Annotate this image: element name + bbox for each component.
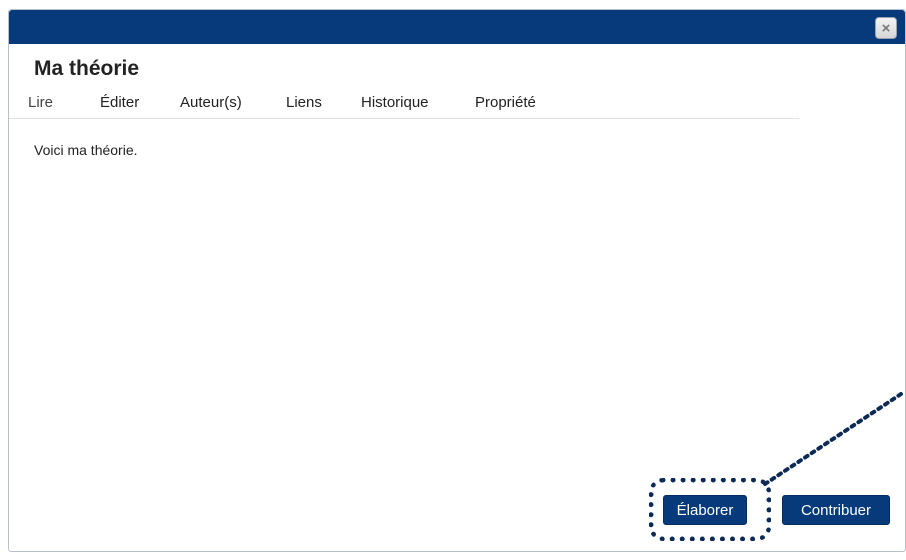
tab-editer[interactable]: Éditer: [100, 93, 139, 113]
close-icon[interactable]: ×: [875, 17, 897, 39]
contribuer-button[interactable]: Contribuer: [782, 495, 890, 525]
elaborer-button[interactable]: Élaborer: [663, 495, 747, 525]
content-text: Voici ma théorie.: [34, 142, 138, 158]
tab-bar: Lire Éditer Auteur(s) Liens Historique P…: [9, 93, 799, 119]
dialog-window: × Ma théorie Lire Éditer Auteur(s) Liens…: [8, 9, 906, 552]
dialog-titlebar[interactable]: ×: [9, 10, 905, 44]
tab-auteurs[interactable]: Auteur(s): [180, 93, 242, 113]
tab-lire[interactable]: Lire: [28, 93, 53, 113]
tab-propriete[interactable]: Propriété: [475, 93, 536, 113]
tab-liens[interactable]: Liens: [286, 93, 322, 113]
page-title: Ma théorie: [34, 57, 140, 80]
tab-historique[interactable]: Historique: [361, 93, 429, 113]
